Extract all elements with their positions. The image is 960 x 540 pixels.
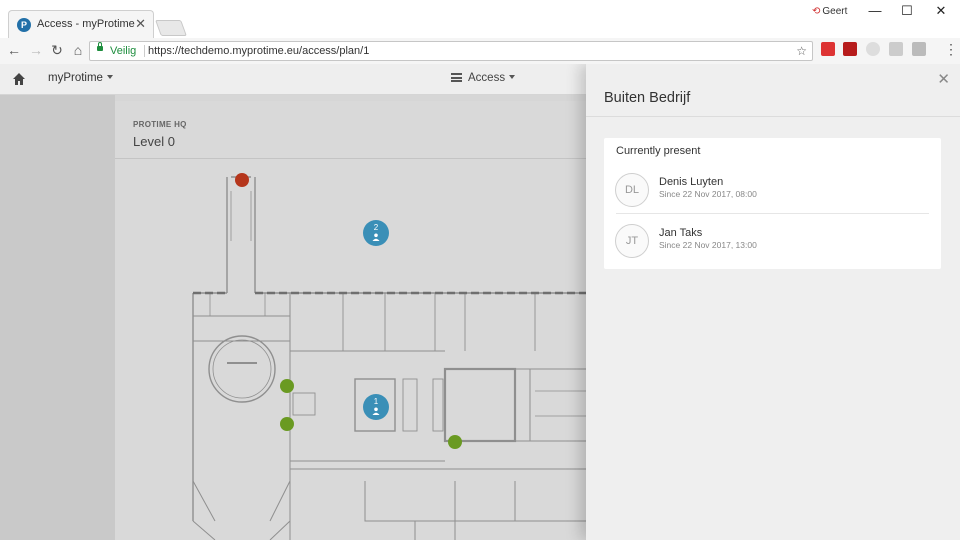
floor-plan-card: PROTIME HQ Level 0 2 1 bbox=[115, 101, 586, 540]
extension-c-icon[interactable] bbox=[912, 42, 926, 56]
bookmark-star-icon[interactable]: ☆ bbox=[796, 42, 807, 60]
access-menu-label: Access bbox=[468, 72, 506, 84]
browser-menu-icon[interactable]: ⋮ bbox=[944, 41, 958, 58]
person-name: Denis Luyten bbox=[659, 176, 724, 188]
floor-plan-drawing bbox=[192, 176, 586, 540]
avatar: JT bbox=[615, 224, 649, 258]
lock-icon bbox=[97, 42, 103, 51]
extension-cloud-icon[interactable] bbox=[866, 42, 880, 56]
sync-icon: ⟲ bbox=[812, 6, 821, 17]
door-sensor-green[interactable] bbox=[280, 417, 294, 431]
person-icon bbox=[372, 407, 380, 415]
minimize-button[interactable]: — bbox=[862, 3, 888, 25]
access-menu[interactable]: Access bbox=[451, 72, 516, 84]
presence-side-panel: Buiten Bedrijf ✕ Currently present DL De… bbox=[586, 64, 960, 540]
back-arrow-icon[interactable]: ← bbox=[6, 42, 22, 58]
backdrop[interactable] bbox=[0, 95, 115, 540]
pdf-extension-icon[interactable] bbox=[843, 42, 857, 56]
cluster-count: 1 bbox=[373, 397, 379, 406]
list-item[interactable]: DL Denis Luyten Since 22 Nov 2017, 08:00 bbox=[604, 168, 941, 218]
section-heading: Currently present bbox=[616, 145, 701, 157]
hamburger-icon bbox=[451, 73, 462, 82]
extension-check-icon[interactable] bbox=[889, 42, 903, 56]
reload-icon[interactable]: ↻ bbox=[49, 42, 65, 58]
secure-label: Veilig bbox=[110, 45, 137, 57]
person-since: Since 22 Nov 2017, 13:00 bbox=[659, 240, 757, 250]
brand-label: myProtime bbox=[48, 72, 103, 84]
chevron-down-icon bbox=[106, 75, 113, 79]
protime-favicon-icon: P bbox=[17, 18, 31, 32]
new-tab-button[interactable] bbox=[155, 20, 187, 36]
divider bbox=[616, 213, 929, 214]
presence-cluster[interactable]: 1 bbox=[363, 394, 389, 420]
door-sensor-green[interactable] bbox=[448, 435, 462, 449]
url-divider bbox=[144, 45, 145, 57]
close-icon[interactable]: ✕ bbox=[937, 70, 950, 88]
person-name: Jan Taks bbox=[659, 227, 703, 239]
divider bbox=[586, 116, 960, 117]
profile-name: Geert bbox=[822, 6, 848, 17]
url-text[interactable]: https://techdemo.myprotime.eu/access/pla… bbox=[148, 42, 369, 60]
browser-tab-active[interactable]: P Access - myProtime ✕ bbox=[8, 10, 154, 39]
avatar: DL bbox=[615, 173, 649, 207]
forward-arrow-icon[interactable]: → bbox=[28, 42, 44, 58]
browser-toolbar: ← → ↻ ⌂ Veilig https://techdemo.myprotim… bbox=[0, 38, 960, 64]
maximize-button[interactable]: ☐ bbox=[894, 3, 920, 25]
brand-menu[interactable]: myProtime bbox=[48, 72, 113, 84]
person-since: Since 22 Nov 2017, 08:00 bbox=[659, 189, 757, 199]
profile-button[interactable]: ⟲ Geert bbox=[812, 6, 847, 17]
home-icon[interactable]: ⌂ bbox=[70, 42, 86, 58]
door-sensor-green[interactable] bbox=[280, 379, 294, 393]
door-sensor-red[interactable] bbox=[235, 173, 249, 187]
present-list-card: Currently present DL Denis Luyten Since … bbox=[604, 138, 941, 269]
app-area: myProtime Access PROTIME HQ Level 0 2 1 … bbox=[0, 64, 960, 540]
cluster-count: 2 bbox=[373, 223, 379, 232]
browser-titlebar: P Access - myProtime ✕ ⟲ Geert — ☐ ✕ bbox=[0, 0, 960, 39]
chevron-down-icon bbox=[509, 75, 516, 79]
person-icon bbox=[372, 233, 380, 241]
presence-cluster[interactable]: 2 bbox=[363, 220, 389, 246]
close-window-button[interactable]: ✕ bbox=[928, 3, 954, 25]
panel-title: Buiten Bedrijf bbox=[604, 90, 691, 106]
list-item[interactable]: JT Jan Taks Since 22 Nov 2017, 13:00 bbox=[604, 219, 941, 269]
tab-title: Access - myProtime bbox=[37, 18, 135, 30]
address-bar[interactable]: Veilig https://techdemo.myprotime.eu/acc… bbox=[89, 41, 813, 61]
home-nav-icon[interactable] bbox=[12, 72, 26, 86]
tab-close-icon[interactable]: ✕ bbox=[135, 16, 146, 32]
extension-red-icon[interactable] bbox=[821, 42, 835, 56]
